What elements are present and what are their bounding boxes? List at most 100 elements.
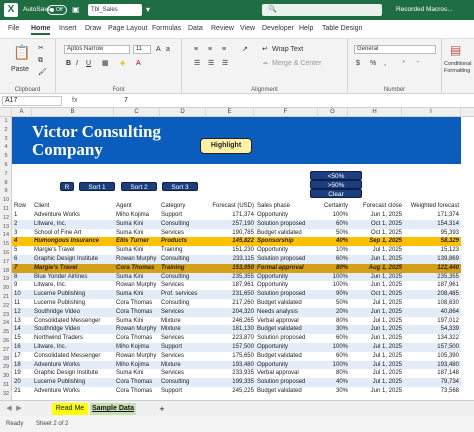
align-top-icon[interactable]: ≡ — [194, 45, 198, 54]
cell-forecast[interactable]: 217,260 — [206, 299, 254, 308]
cell-agent[interactable]: Rowan Murphy — [116, 352, 160, 361]
paste-icon[interactable]: 📋 — [13, 44, 30, 60]
cell-phase[interactable]: Opportunity — [257, 343, 317, 352]
row-header[interactable]: 23 — [0, 311, 12, 320]
cell-certainty[interactable]: 50% — [318, 299, 348, 308]
tab-page-layout[interactable]: Page Layout — [108, 25, 147, 32]
cell-forecast[interactable]: 145,822 — [206, 237, 254, 246]
cell-phase[interactable]: Budget validated — [257, 229, 317, 238]
cell-close[interactable]: Jul 1, 2025 — [350, 361, 402, 370]
row-header[interactable]: 22 — [0, 302, 12, 311]
cell-certainty[interactable]: 100% — [318, 281, 348, 290]
cell-client[interactable]: Margie's Travel — [34, 264, 114, 273]
gt50-filter-button[interactable]: >50% — [310, 180, 362, 189]
cell-client[interactable]: Adventure Works — [34, 361, 114, 370]
cell-client[interactable]: Southridge Video — [34, 325, 114, 334]
add-sheet-icon[interactable]: + — [156, 403, 168, 415]
font-shrink-icon[interactable]: a — [166, 45, 170, 54]
conditional-formatting-button[interactable]: Conditional Formatting — [444, 61, 474, 75]
bold-icon[interactable]: B — [66, 59, 71, 68]
cell-row[interactable]: 10 — [14, 290, 32, 299]
cell-weighted[interactable]: 171,374 — [404, 211, 459, 220]
cell-weighted[interactable]: 157,500 — [404, 343, 459, 352]
column-header[interactable]: H — [348, 108, 402, 117]
cell-agent[interactable]: Rowan Murphy — [116, 255, 160, 264]
cell-client[interactable]: Humongous Insurance — [34, 237, 114, 246]
cell-phase[interactable]: Formal approval — [257, 264, 317, 273]
cell-forecast[interactable]: 245,225 — [206, 387, 254, 396]
name-box[interactable]: A17 — [2, 96, 62, 106]
cell-certainty[interactable]: 60% — [318, 352, 348, 361]
row-header[interactable]: 9 — [0, 187, 12, 196]
column-header[interactable]: G — [318, 108, 348, 117]
cell-weighted[interactable]: 187,961 — [404, 281, 459, 290]
column-header[interactable]: B — [32, 108, 114, 117]
align-middle-icon[interactable]: ≡ — [208, 45, 212, 54]
cell-close[interactable]: Jun 1, 2025 — [350, 325, 402, 334]
cell-phase[interactable]: Solution proposed — [257, 220, 317, 229]
underline-icon[interactable]: U — [86, 59, 91, 68]
cell-phase[interactable]: Budget validated — [257, 387, 317, 396]
row-header[interactable]: 19 — [0, 275, 12, 284]
align-left-icon[interactable]: ☰ — [194, 59, 200, 68]
lt50-filter-button[interactable]: <50% — [310, 171, 362, 180]
percent-icon[interactable]: % — [370, 59, 376, 68]
sheet-tab-sample-data[interactable]: Sample Data — [90, 403, 136, 415]
row-header[interactable]: 27 — [0, 346, 12, 355]
formula-input[interactable]: 7 — [124, 97, 128, 104]
cell-row[interactable]: 19 — [14, 369, 32, 378]
cell-row[interactable]: 2 — [14, 220, 32, 229]
cell-weighted[interactable]: 79,734 — [404, 378, 459, 387]
currency-icon[interactable]: $ — [356, 59, 360, 68]
cell-category[interactable]: Consulting — [161, 220, 205, 229]
cell-client[interactable]: School of Fine Art — [34, 229, 114, 238]
cell-phase[interactable]: Opportunity — [257, 211, 317, 220]
cell-row[interactable]: 17 — [14, 352, 32, 361]
cell-agent[interactable]: Suma Kini — [116, 290, 160, 299]
orientation-icon[interactable]: ↗ — [242, 45, 248, 54]
cell-phase[interactable]: Budget validated — [257, 352, 317, 361]
cell-weighted[interactable]: 154,314 — [404, 220, 459, 229]
cell-close[interactable]: Oct 1, 2025 — [350, 220, 402, 229]
cell-phase[interactable]: Sponsorship — [257, 237, 317, 246]
cell-client[interactable]: Blue Yonder Airlines — [34, 273, 114, 282]
copy-icon[interactable]: ⧉ — [38, 56, 43, 65]
save-icon[interactable]: ▣ — [72, 5, 80, 15]
cell-category[interactable]: Prof. services — [161, 290, 205, 299]
increase-decimal-icon[interactable]: ⁺ — [402, 59, 406, 68]
cell-certainty[interactable]: 90% — [318, 290, 348, 299]
cell-close[interactable]: Aug 1, 2025 — [350, 264, 402, 273]
recorded-macros-label[interactable]: Recorded Macros... — [396, 6, 453, 13]
cell-row[interactable]: 3 — [14, 229, 32, 238]
cell-weighted[interactable]: 187,148 — [404, 369, 459, 378]
cell-row[interactable]: 15 — [14, 334, 32, 343]
cell-close[interactable]: Jul 1, 2025 — [350, 246, 402, 255]
tab-formulas[interactable]: Formulas — [152, 25, 181, 32]
cell-forecast[interactable]: 151,230 — [206, 246, 254, 255]
cell-close[interactable]: Jul 1, 2025 — [350, 378, 402, 387]
cell-weighted[interactable]: 108,630 — [404, 299, 459, 308]
borders-icon[interactable]: ▦ — [102, 59, 109, 68]
decrease-decimal-icon[interactable]: ⁻ — [416, 59, 420, 68]
comma-icon[interactable]: , — [384, 59, 386, 68]
r-button[interactable]: R — [60, 182, 74, 191]
cell-row[interactable]: 4 — [14, 237, 32, 246]
cell-agent[interactable]: Rowan Murphy — [116, 281, 160, 290]
cell-close[interactable]: Jul 1, 2025 — [350, 317, 402, 326]
cell-weighted[interactable]: 54,339 — [404, 325, 459, 334]
font-grow-icon[interactable]: A — [156, 45, 161, 54]
row-header[interactable]: 28 — [0, 355, 12, 364]
cell-certainty[interactable]: 100% — [318, 211, 348, 220]
cell-weighted[interactable]: 105,390 — [404, 352, 459, 361]
header-agent[interactable]: Agent — [116, 202, 132, 211]
cell-certainty[interactable]: 60% — [318, 220, 348, 229]
cell-agent[interactable]: Rowan Murphy — [116, 325, 160, 334]
cell-forecast[interactable]: 257,190 — [206, 220, 254, 229]
format-painter-icon[interactable]: 🖌 — [38, 68, 47, 77]
cell-agent[interactable]: Miho Kojima — [116, 343, 160, 352]
italic-icon[interactable]: I — [76, 59, 78, 68]
cell-category[interactable]: Mixture — [161, 317, 205, 326]
cell-phase[interactable]: Solution proposed — [257, 378, 317, 387]
cell-agent[interactable]: Suma Kini — [116, 369, 160, 378]
cell-row[interactable]: 16 — [14, 343, 32, 352]
